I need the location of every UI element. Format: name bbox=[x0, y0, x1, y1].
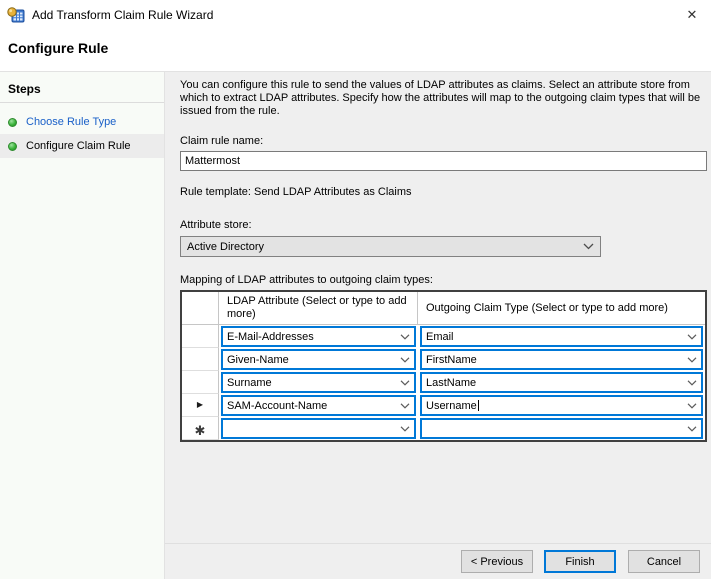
dialog-header: Add Transform Claim Rule Wizard ✕ Config… bbox=[0, 0, 711, 72]
outgoing-claim-type-dropdown[interactable] bbox=[420, 418, 703, 439]
mapping-table-label: Mapping of LDAP attributes to outgoing c… bbox=[180, 274, 707, 286]
table-cell bbox=[219, 417, 418, 440]
chevron-down-icon bbox=[687, 403, 697, 409]
attribute-store-label: Attribute store: bbox=[180, 219, 707, 231]
chevron-down-icon bbox=[583, 243, 594, 250]
outgoing-claim-type-column-header: Outgoing Claim Type (Select or type to a… bbox=[418, 292, 705, 325]
close-icon[interactable]: ✕ bbox=[681, 5, 703, 25]
outgoing-claim-type-dropdown[interactable]: Email bbox=[420, 326, 703, 347]
current-row-arrow-icon: ▶ bbox=[197, 401, 203, 409]
claim-rule-wizard-icon bbox=[7, 7, 25, 23]
chevron-down-icon bbox=[687, 357, 697, 363]
page-title: Configure Rule bbox=[8, 40, 108, 56]
outgoing-claim-type-value: Email bbox=[426, 331, 687, 343]
ldap-attribute-dropdown[interactable]: SAM-Account-Name bbox=[221, 395, 416, 416]
outgoing-claim-type-value: Username bbox=[426, 400, 687, 412]
table-cell: LastName bbox=[418, 371, 705, 394]
step-bullet-icon bbox=[8, 142, 17, 151]
ldap-attribute-dropdown[interactable] bbox=[221, 418, 416, 439]
outgoing-claim-type-dropdown[interactable]: Username bbox=[420, 395, 703, 416]
new-row-selector[interactable]: ✱ bbox=[182, 417, 219, 440]
dialog-footer: < Previous Finish Cancel bbox=[165, 543, 711, 579]
window-title: Add Transform Claim Rule Wizard bbox=[32, 8, 213, 22]
steps-list: Choose Rule Type Configure Claim Rule bbox=[0, 110, 164, 158]
outgoing-claim-type-dropdown[interactable]: LastName bbox=[420, 372, 703, 393]
outgoing-claim-type-dropdown[interactable]: FirstName bbox=[420, 349, 703, 370]
finish-button[interactable]: Finish bbox=[544, 550, 616, 573]
step-label: Configure Claim Rule bbox=[26, 140, 131, 152]
table-cell: Email bbox=[418, 325, 705, 348]
ldap-attribute-dropdown[interactable]: Given-Name bbox=[221, 349, 416, 370]
attribute-store-value: Active Directory bbox=[187, 241, 583, 253]
table-cell bbox=[418, 417, 705, 440]
steps-title: Steps bbox=[0, 72, 164, 103]
chevron-down-icon bbox=[400, 357, 410, 363]
step-bullet-icon bbox=[8, 118, 17, 127]
ldap-attribute-value: SAM-Account-Name bbox=[227, 400, 400, 412]
ldap-attribute-value: E-Mail-Addresses bbox=[227, 331, 400, 343]
sidebar-item-configure-claim-rule[interactable]: Configure Claim Rule bbox=[0, 134, 164, 158]
row-selector-header bbox=[182, 292, 219, 325]
claim-rule-name-label: Claim rule name: bbox=[180, 135, 707, 147]
table-cell: E-Mail-Addresses bbox=[219, 325, 418, 348]
cancel-button[interactable]: Cancel bbox=[628, 550, 700, 573]
table-cell: SAM-Account-Name bbox=[219, 394, 418, 417]
ldap-attribute-value: Surname bbox=[227, 377, 400, 389]
chevron-down-icon bbox=[400, 380, 410, 386]
chevron-down-icon bbox=[687, 334, 697, 340]
chevron-down-icon bbox=[400, 334, 410, 340]
ldap-attribute-dropdown[interactable]: E-Mail-Addresses bbox=[221, 326, 416, 347]
dialog-body: Steps Choose Rule Type Configure Claim R… bbox=[0, 72, 711, 579]
previous-button[interactable]: < Previous bbox=[461, 550, 533, 573]
table-cell: FirstName bbox=[418, 348, 705, 371]
new-row-asterisk-icon: ✱ bbox=[195, 424, 206, 437]
sidebar-item-choose-rule-type[interactable]: Choose Rule Type bbox=[0, 110, 164, 134]
chevron-down-icon bbox=[687, 426, 697, 432]
steps-sidebar: Steps Choose Rule Type Configure Claim R… bbox=[0, 72, 165, 579]
wizard-dialog: Add Transform Claim Rule Wizard ✕ Config… bbox=[0, 0, 711, 579]
table-cell: Given-Name bbox=[219, 348, 418, 371]
chevron-down-icon bbox=[400, 403, 410, 409]
row-selector[interactable] bbox=[182, 325, 219, 348]
outgoing-claim-type-value: FirstName bbox=[426, 354, 687, 366]
mapping-table: LDAP Attribute (Select or type to add mo… bbox=[180, 290, 707, 442]
current-row-selector[interactable]: ▶ bbox=[182, 394, 219, 417]
attribute-store-dropdown[interactable]: Active Directory bbox=[180, 236, 601, 257]
ldap-attribute-dropdown[interactable]: Surname bbox=[221, 372, 416, 393]
outgoing-claim-type-value: LastName bbox=[426, 377, 687, 389]
chevron-down-icon bbox=[687, 380, 697, 386]
titlebar: Add Transform Claim Rule Wizard bbox=[0, 0, 711, 30]
table-cell: Username bbox=[418, 394, 705, 417]
rule-template-text: Rule template: Send LDAP Attributes as C… bbox=[180, 186, 707, 198]
ldap-attribute-value: Given-Name bbox=[227, 354, 400, 366]
main-panel: You can configure this rule to send the … bbox=[165, 72, 711, 579]
table-cell: Surname bbox=[219, 371, 418, 394]
row-selector[interactable] bbox=[182, 348, 219, 371]
row-selector[interactable] bbox=[182, 371, 219, 394]
chevron-down-icon bbox=[400, 426, 410, 432]
step-label: Choose Rule Type bbox=[26, 116, 116, 128]
ldap-attribute-column-header: LDAP Attribute (Select or type to add mo… bbox=[219, 292, 418, 325]
claim-rule-name-input[interactable] bbox=[180, 151, 707, 171]
rule-description: You can configure this rule to send the … bbox=[180, 79, 707, 118]
